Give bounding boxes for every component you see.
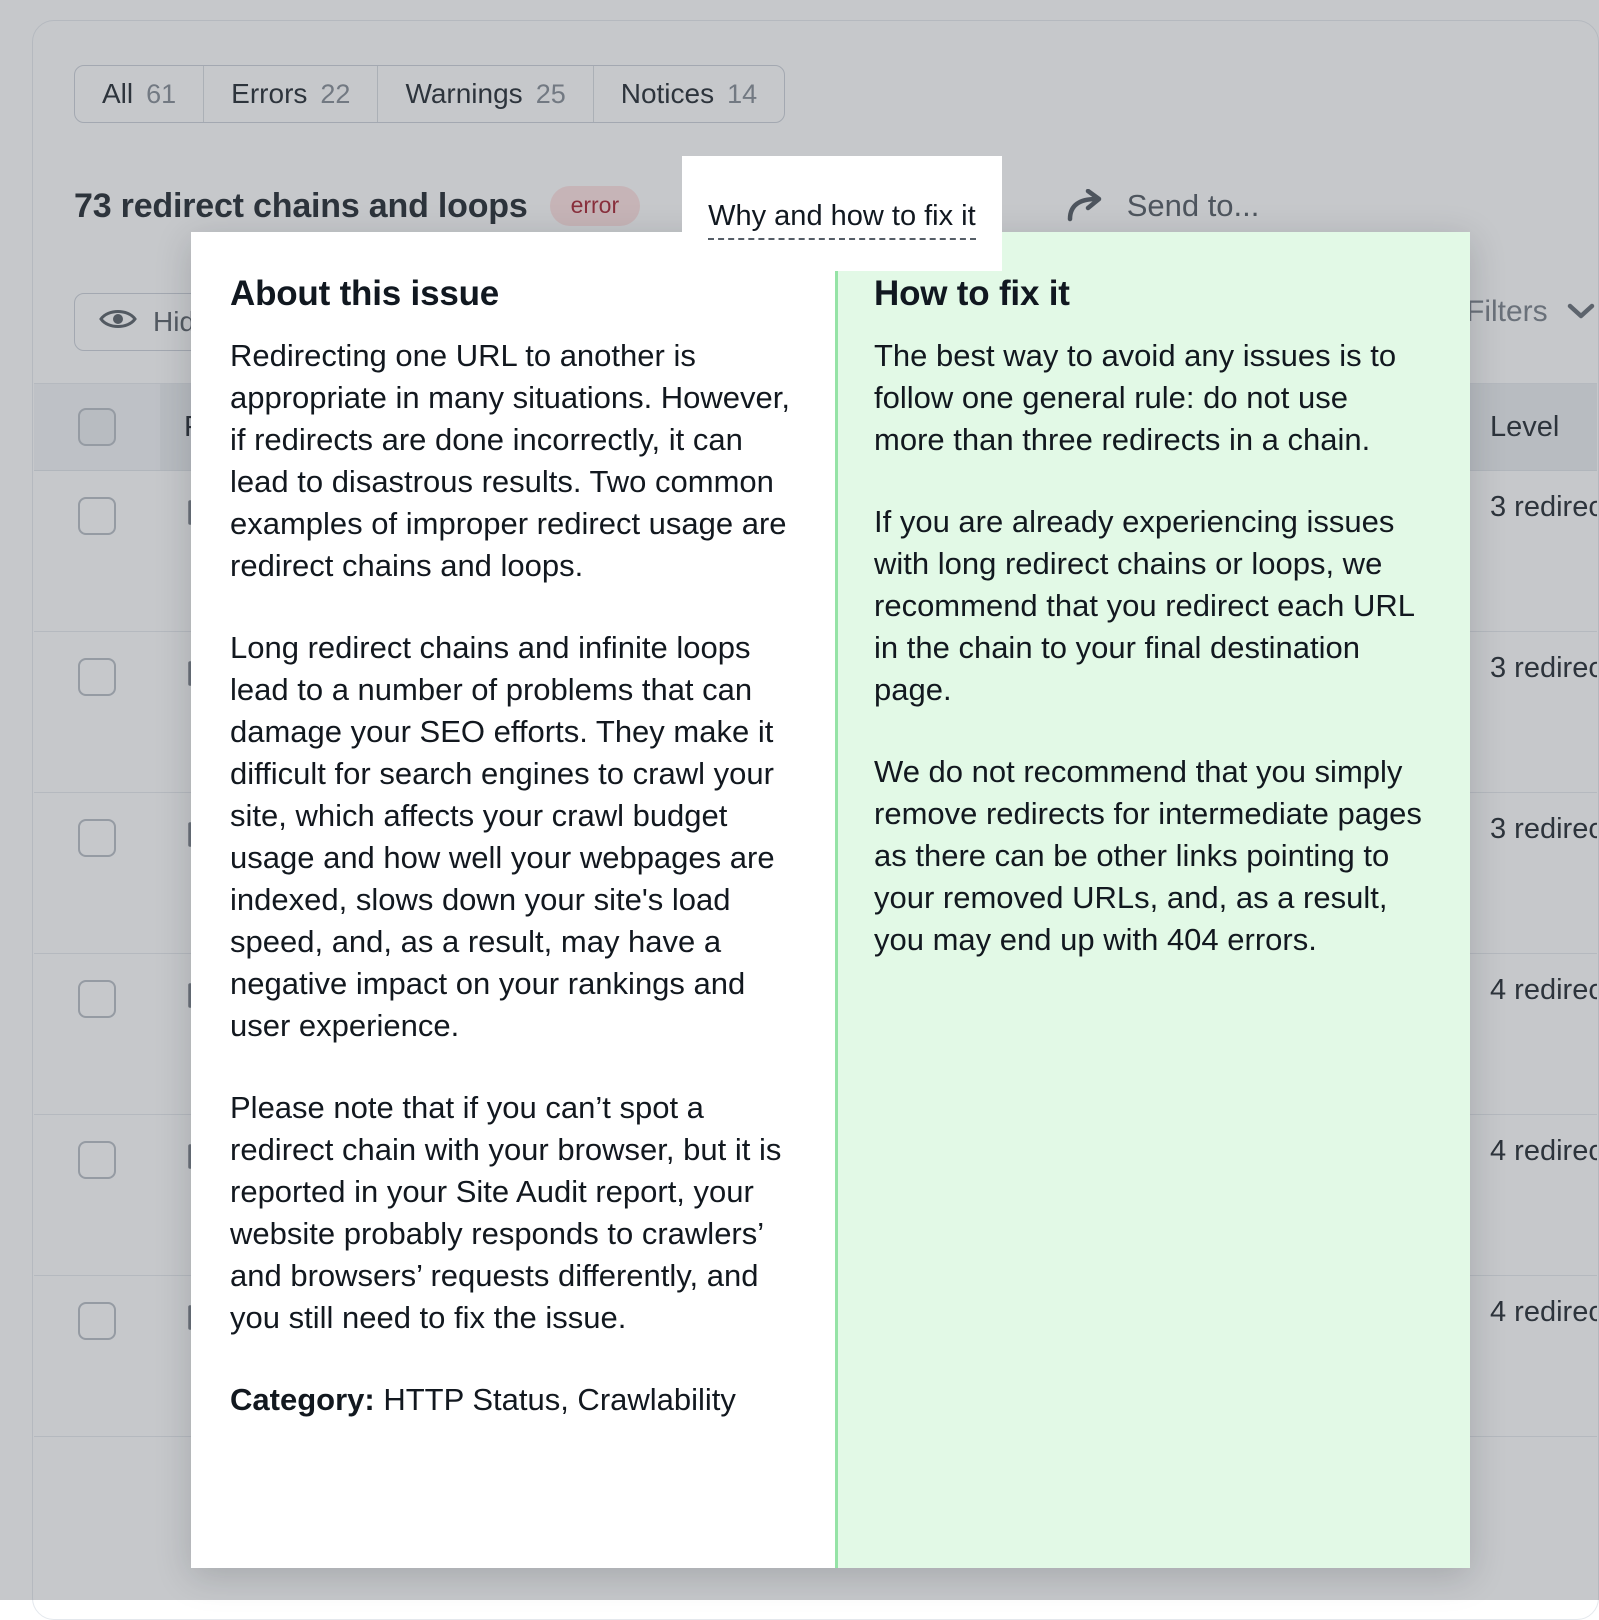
fix-paragraph-3: We do not recommend that you simply remo… [874, 754, 1422, 957]
row-checkbox[interactable] [78, 1141, 116, 1179]
row-level-cell: 4 redirects [1466, 954, 1597, 1114]
row-select-cell [34, 1276, 160, 1436]
row-level-value: 3 redirects [1490, 813, 1597, 845]
column-header-level[interactable]: Level [1466, 384, 1597, 470]
select-all-checkbox[interactable] [78, 408, 116, 446]
share-arrow-icon [1066, 189, 1110, 223]
row-select-cell [34, 954, 160, 1114]
row-level-value: 3 redirects [1490, 491, 1597, 523]
about-paragraph-3: Please note that if you can’t spot a red… [230, 1090, 782, 1335]
issue-header: 73 redirect chains and loops error Why a… [74, 155, 1260, 271]
column-header-level-label: Level [1490, 410, 1560, 443]
row-level-cell: 3 redirects [1466, 793, 1597, 953]
fix-paragraph-2: If you are already experiencing issues w… [874, 504, 1414, 707]
row-level-cell: 3 redirects [1466, 632, 1597, 792]
eye-icon [99, 306, 137, 339]
send-to-label: Send to... [1126, 188, 1260, 223]
about-this-issue-panel: About this issue Redirecting one URL to … [191, 232, 835, 1568]
send-to-button[interactable]: Send to... [1066, 188, 1260, 224]
tab-warnings-count: 25 [535, 78, 566, 109]
filters-label: Filters [1466, 295, 1548, 328]
tab-notices-label: Notices [620, 78, 715, 109]
why-and-how-to-fix-it-tab[interactable]: Why and how to fix it [682, 155, 1002, 271]
page-title: 73 redirect chains and loops [74, 186, 528, 225]
why-tab-label: Why and how to fix it [708, 199, 976, 240]
status-badge: error [549, 186, 641, 226]
row-select-cell [34, 793, 160, 953]
tab-warnings[interactable]: Warnings 25 [378, 66, 594, 122]
screen: All 61 Errors 22 Warnings 25 Notices 14 [0, 0, 1599, 1620]
category-label: Category: [230, 1382, 375, 1417]
issue-explanation-popover: About this issue Redirecting one URL to … [191, 232, 1470, 1568]
row-level-cell: 4 redirects [1466, 1276, 1597, 1436]
row-checkbox[interactable] [78, 658, 116, 696]
tab-warnings-label: Warnings [405, 78, 523, 109]
tab-all-count: 61 [146, 78, 177, 109]
select-all-cell [34, 384, 160, 470]
filters-button[interactable]: Filters [1466, 295, 1596, 329]
tab-notices-count: 14 [727, 78, 758, 109]
tab-notices[interactable]: Notices 14 [594, 66, 784, 122]
category-line: Category: HTTP Status, Crawlability [230, 1379, 791, 1421]
row-select-cell [34, 471, 160, 631]
how-to-fix-it-panel: How to fix it The best way to avoid any … [835, 232, 1470, 1568]
row-checkbox[interactable] [78, 980, 116, 1018]
tab-errors-label: Errors [231, 78, 308, 109]
row-checkbox[interactable] [78, 497, 116, 535]
row-level-value: 4 redirects [1490, 974, 1597, 1006]
tab-all[interactable]: All 61 [75, 66, 205, 122]
chevron-down-icon [1566, 295, 1596, 329]
about-paragraph-2: Long redirect chains and infinite loops … [230, 630, 775, 1043]
fix-heading: How to fix it [874, 274, 1070, 313]
row-level-value: 4 redirects [1490, 1296, 1597, 1328]
row-level-cell: 4 redirects [1466, 1115, 1597, 1275]
tab-all-label: All [102, 78, 134, 109]
row-select-cell [34, 632, 160, 792]
fix-paragraph-1: The best way to avoid any issues is to f… [874, 338, 1397, 457]
category-value: HTTP Status, Crawlability [383, 1382, 736, 1417]
row-level-value: 3 redirects [1490, 652, 1597, 684]
row-checkbox[interactable] [78, 1302, 116, 1340]
row-checkbox[interactable] [78, 819, 116, 857]
about-heading: About this issue [230, 274, 500, 313]
row-level-cell: 3 redirects [1466, 471, 1597, 631]
tab-errors-count: 22 [320, 78, 351, 109]
row-level-value: 4 redirects [1490, 1135, 1597, 1167]
row-select-cell [34, 1115, 160, 1275]
issue-type-tabs[interactable]: All 61 Errors 22 Warnings 25 Notices 14 [74, 65, 786, 123]
about-paragraph-1: Redirecting one URL to another is approp… [230, 338, 791, 583]
tab-errors[interactable]: Errors 22 [204, 66, 379, 122]
